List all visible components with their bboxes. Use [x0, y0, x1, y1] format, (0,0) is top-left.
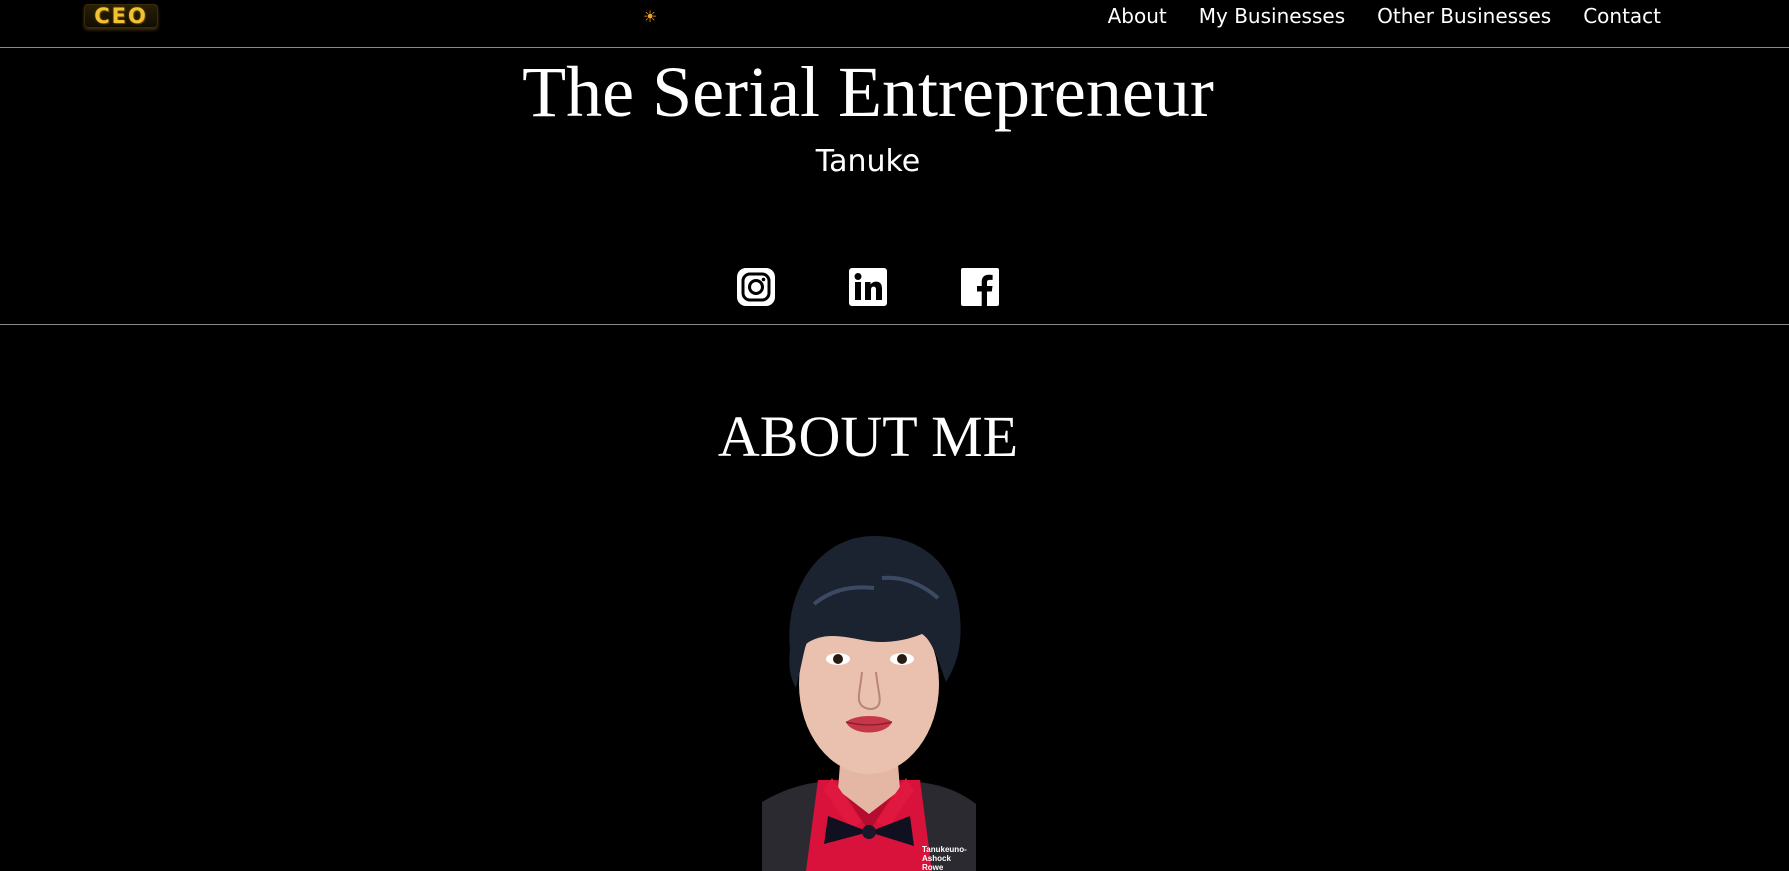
about-heading: ABOUT ME [717, 404, 1019, 469]
page-subtitle: Tanuke [815, 144, 921, 179]
top-navigation-bar: CEO ☀ About My Businesses Other Business… [0, 0, 1789, 48]
nav-link-other-businesses[interactable]: Other Businesses [1377, 4, 1551, 28]
theme-toggle-sun-icon[interactable]: ☀ [640, 4, 660, 28]
profile-photo: Tanukeuno-Ashock Rowe [762, 532, 976, 871]
social-links [0, 268, 1736, 306]
nav-link-contact[interactable]: Contact [1583, 4, 1661, 28]
profile-photo-illustration [762, 536, 976, 871]
main-nav: About My Businesses Other Businesses Con… [1108, 0, 1661, 32]
section-divider [0, 324, 1789, 325]
linkedin-icon[interactable] [849, 268, 887, 306]
photo-watermark-caption: Tanukeuno-Ashock Rowe [922, 845, 967, 871]
nav-link-my-businesses[interactable]: My Businesses [1199, 4, 1345, 28]
facebook-icon[interactable] [961, 268, 999, 306]
instagram-icon[interactable] [737, 268, 775, 306]
ceo-logo[interactable]: CEO [84, 4, 158, 28]
page-title: The Serial Entrepreneur [522, 52, 1214, 132]
nav-link-about[interactable]: About [1108, 4, 1167, 28]
